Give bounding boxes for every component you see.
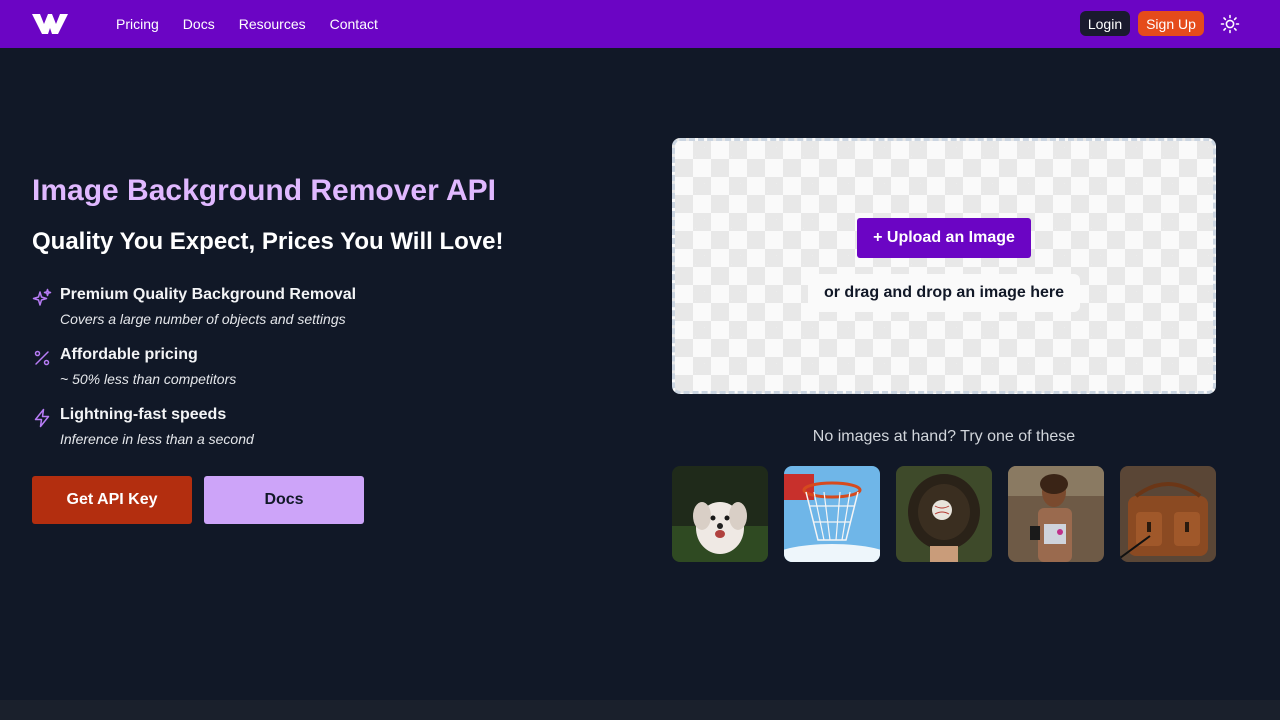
sun-icon[interactable] [1220, 14, 1240, 34]
sample-basketball-hoop[interactable] [784, 466, 880, 562]
w-logo-icon[interactable] [32, 14, 68, 34]
feature-title: Premium Quality Background Removal [60, 286, 357, 303]
lightning-icon [32, 408, 52, 428]
top-navbar: Pricing Docs Resources Contact Login Sig… [0, 0, 1280, 48]
sample-prompt: No images at hand? Try one of these [812, 428, 1076, 445]
sample-baseball-glove[interactable] [896, 466, 992, 562]
feature-description: Inference in less than a second [60, 431, 254, 447]
page-title: Image Background Remover API [32, 174, 497, 207]
sparkles-icon [32, 288, 52, 308]
nav-resources[interactable]: Resources [239, 16, 306, 32]
image-dropzone[interactable] [672, 138, 1216, 394]
sample-leather-bag[interactable] [1120, 466, 1216, 562]
feature-title: Affordable pricing [60, 346, 198, 363]
nav-pricing[interactable]: Pricing [116, 16, 159, 32]
login-button[interactable]: Login [1080, 11, 1130, 36]
nav-contact[interactable]: Contact [330, 16, 378, 32]
feature-description: Covers a large number of objects and set… [60, 311, 346, 327]
feature-title: Lightning-fast speeds [60, 406, 227, 423]
nav-docs[interactable]: Docs [183, 16, 215, 32]
feature-description: ~ 50% less than competitors [60, 371, 237, 387]
docs-button[interactable]: Docs [204, 476, 364, 524]
sample-runner[interactable] [1008, 466, 1104, 562]
sample-dog[interactable] [672, 466, 768, 562]
get-api-key-button[interactable]: Get API Key [32, 476, 192, 524]
page-subtitle: Quality You Expect, Prices You Will Love… [32, 228, 504, 255]
main-nav: Pricing Docs Resources Contact [116, 0, 402, 48]
drop-hint: or drag and drop an image here [808, 274, 1080, 312]
sample-images [672, 466, 1216, 562]
percent-icon [32, 348, 52, 368]
footer-strip [0, 700, 1280, 720]
upload-image-button[interactable]: + Upload an Image [857, 218, 1031, 258]
signup-button[interactable]: Sign Up [1138, 11, 1204, 36]
